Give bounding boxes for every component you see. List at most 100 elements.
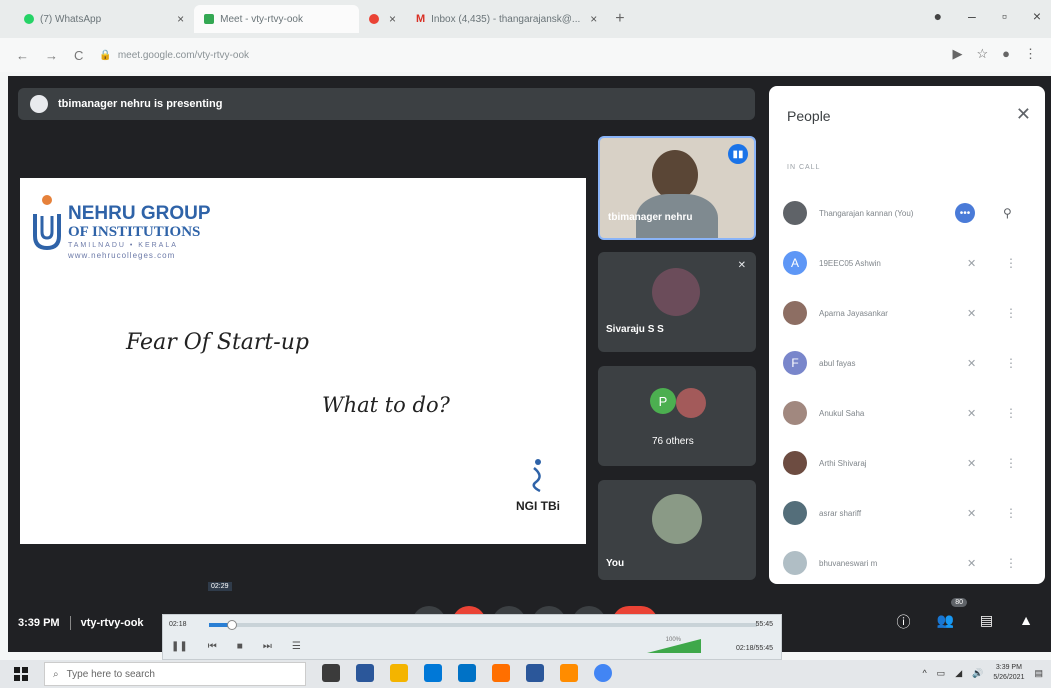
mail-icon[interactable]	[458, 664, 476, 682]
skip-back-icon[interactable]: ⏮	[208, 641, 217, 652]
firefox-icon[interactable]	[492, 664, 510, 682]
timecode: 02:18/55:45	[736, 645, 773, 652]
close-panel-button[interactable]: ✕	[1016, 104, 1031, 125]
info-icon[interactable]: ⓘ	[896, 612, 910, 632]
speaking-icon: ▮▮	[728, 144, 748, 164]
whatsapp-icon	[24, 14, 34, 24]
task-view-icon[interactable]	[322, 664, 340, 682]
maximize-button[interactable]: ▫	[1002, 8, 1007, 24]
participant-tile-presenter[interactable]: ▮▮ tbimanager nehru	[598, 136, 756, 240]
more-options-icon[interactable]: ⋮	[1005, 506, 1017, 520]
minimize-button[interactable]: –	[968, 8, 976, 24]
chat-icon[interactable]: ▤	[980, 612, 993, 632]
word-icon[interactable]	[526, 664, 544, 682]
tab-recording[interactable]: ×	[359, 5, 406, 33]
list-item[interactable]: Anukul Saha ✕ ⋮	[769, 388, 1045, 438]
taskbar-search[interactable]: ⌕ Type here to search	[44, 662, 306, 686]
volume-icon[interactable]: 🔊	[972, 668, 983, 679]
edge-icon[interactable]	[356, 664, 374, 682]
address-bar: ← → C 🔒 meet.google.com/vty-rtvy-ook ▶ ☆…	[0, 38, 1051, 72]
close-icon[interactable]: ×	[177, 12, 184, 26]
video-player-controls: 02:18 55:45 ❚❚ ⏮ ■ ⏭ ☰ 100% 02:18/55:45	[162, 614, 782, 660]
store-icon[interactable]	[424, 664, 442, 682]
close-icon[interactable]: ×	[590, 12, 597, 26]
avatar	[783, 201, 807, 225]
participant-name: Aparna Jayasankar	[819, 308, 888, 318]
seek-bar[interactable]	[209, 620, 757, 630]
playlist-icon[interactable]: ☰	[292, 641, 301, 652]
tab-gmail[interactable]: M Inbox (4,435) - thangarajansk@... ×	[406, 5, 607, 33]
list-item[interactable]: A 19EEC05 Ashwin ✕ ⋮	[769, 238, 1045, 288]
ngi-brand: NGI TBi	[508, 458, 568, 513]
more-options-icon[interactable]: •••	[955, 203, 975, 223]
forward-icon[interactable]: →	[45, 48, 58, 63]
mic-off-icon: ✕	[967, 557, 977, 570]
divider	[69, 616, 71, 630]
close-window-button[interactable]: ×	[1033, 8, 1041, 24]
star-icon[interactable]: ☆	[976, 46, 988, 62]
seek-handle[interactable]	[227, 620, 238, 630]
participant-tile-others[interactable]: P 76 others	[598, 366, 756, 466]
people-icon[interactable]: 👥	[936, 612, 953, 632]
system-tray: ^ ▭ ◢ 🔊 3:39 PM 5/26/2021 ▤	[922, 663, 1043, 683]
profile-icon[interactable]: ●	[934, 8, 942, 24]
cast-icon[interactable]: ▶	[952, 46, 962, 62]
url-text: meet.google.com/vty-rtvy-ook	[117, 49, 250, 61]
notifications-icon[interactable]: ▤	[1034, 668, 1043, 679]
mic-off-icon: ✕	[967, 507, 977, 520]
clock[interactable]: 3:39 PM 5/26/2021	[993, 663, 1024, 683]
avatar	[783, 451, 807, 475]
more-options-icon[interactable]: ⋮	[1005, 406, 1017, 420]
list-item[interactable]: Thangarajan kannan (You) ••• ⚲	[769, 188, 1045, 238]
list-item[interactable]: asrar shariff ✕ ⋮	[769, 488, 1045, 538]
list-item[interactable]: F abul fayas ✕ ⋮	[769, 338, 1045, 388]
close-icon[interactable]: ×	[389, 12, 396, 26]
participant-tile-you[interactable]: You	[598, 480, 756, 580]
more-options-icon[interactable]: ⋮	[1005, 356, 1017, 370]
slide-heading: Fear Of Start-up	[126, 330, 309, 355]
windows-start-icon[interactable]	[14, 667, 28, 681]
activities-icon[interactable]: ▲	[1019, 612, 1033, 632]
skip-forward-icon[interactable]: ⏭	[263, 641, 272, 652]
meet-side-controls: ⓘ 👥 ▤ ▲	[896, 612, 1033, 632]
file-explorer-icon[interactable]	[390, 664, 408, 682]
stop-icon[interactable]: ■	[237, 641, 243, 652]
pin-icon[interactable]: ⚲	[1003, 206, 1012, 220]
meeting-code: vty-rtvy-ook	[80, 617, 144, 629]
avatar-icon[interactable]: ●	[1002, 46, 1010, 62]
org-subtitle: OF INSTITUTIONS	[68, 224, 201, 240]
battery-icon[interactable]: ▭	[937, 668, 946, 679]
pause-icon[interactable]: ❚❚	[171, 641, 188, 652]
presenting-text: tbimanager nehru is presenting	[58, 98, 223, 110]
mic-off-icon: ✕	[737, 260, 746, 271]
clock-time: 3:39 PM	[995, 664, 1022, 671]
avatar	[783, 301, 807, 325]
more-options-icon[interactable]: ⋮	[1005, 556, 1017, 570]
chrome-icon[interactable]	[594, 664, 612, 682]
chevron-up-icon[interactable]: ^	[922, 668, 926, 678]
network-icon[interactable]: ◢	[955, 668, 962, 679]
tab-meet[interactable]: Meet - vty-rtvy-ook	[194, 5, 359, 33]
menu-icon[interactable]: ⋮	[1024, 46, 1037, 62]
new-tab-button[interactable]: +	[615, 10, 624, 28]
lock-icon: 🔒	[99, 49, 112, 61]
participant-name: 19EEC05 Ashwin	[819, 258, 881, 268]
brand-text: NGI TBi	[516, 499, 560, 513]
vlc-icon[interactable]	[560, 664, 578, 682]
list-item[interactable]: bhuvaneswari m ✕ ⋮	[769, 538, 1045, 588]
tab-whatsapp[interactable]: (7) WhatsApp ×	[14, 5, 194, 33]
list-item[interactable]: Aparna Jayasankar ✕ ⋮	[769, 288, 1045, 338]
playback-buttons: ❚❚ ⏮ ■ ⏭ ☰	[171, 641, 301, 652]
back-icon[interactable]: ←	[16, 48, 29, 63]
more-options-icon[interactable]: ⋮	[1005, 456, 1017, 470]
participant-tile-sivaraju[interactable]: ✕ Sivaraju S S	[598, 252, 756, 352]
mic-off-icon: ✕	[967, 257, 977, 270]
list-item[interactable]: Arthi Shivaraj ✕ ⋮	[769, 438, 1045, 488]
avatar: P	[650, 388, 676, 414]
current-time: 02:18	[169, 621, 187, 628]
more-options-icon[interactable]: ⋮	[1005, 256, 1017, 270]
reload-icon[interactable]: C	[74, 48, 83, 63]
url-field[interactable]: 🔒 meet.google.com/vty-rtvy-ook	[99, 50, 249, 61]
more-options-icon[interactable]: ⋮	[1005, 306, 1017, 320]
mic-off-icon: ✕	[967, 407, 977, 420]
